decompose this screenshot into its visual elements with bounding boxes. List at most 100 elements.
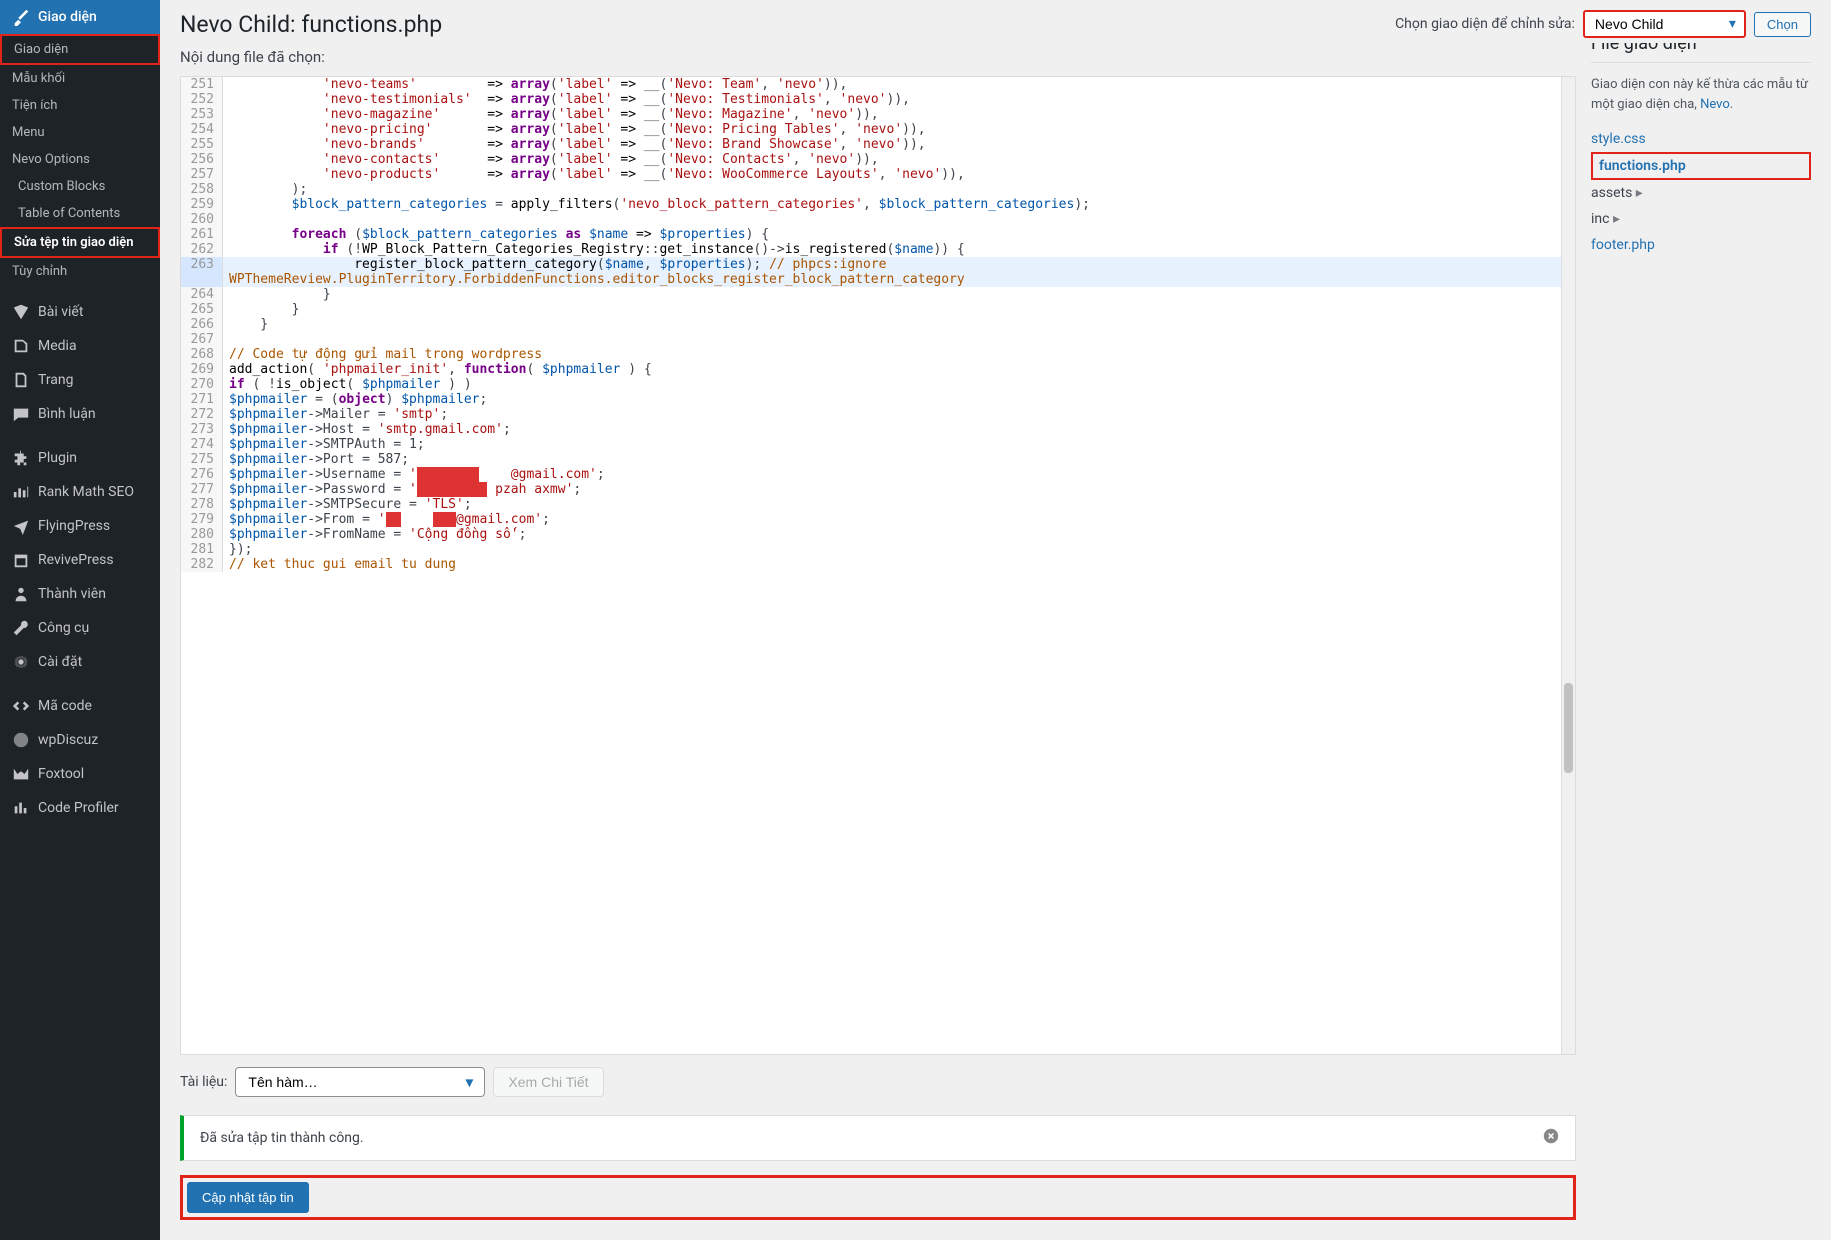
- main-content: Nevo Child: functions.php Chọn giao diện…: [160, 0, 1831, 1240]
- code-line[interactable]: WPThemeReview.PluginTerritory.ForbiddenF…: [181, 272, 1575, 287]
- menu-foxtool[interactable]: Foxtool: [0, 757, 160, 791]
- file-style-css[interactable]: style.css: [1591, 126, 1811, 152]
- media-icon: [12, 337, 30, 355]
- dismiss-notice-button[interactable]: [1543, 1128, 1559, 1148]
- discuz-icon: [12, 731, 30, 749]
- scroll-thumb[interactable]: [1564, 683, 1573, 773]
- code-line[interactable]: 258 );: [181, 182, 1575, 197]
- code-editor[interactable]: 251 'nevo-teams' => array('label' => __(…: [180, 76, 1576, 1055]
- code-line[interactable]: 282// ket thuc gui email tu dung: [181, 557, 1575, 572]
- success-notice: Đã sửa tập tin thành công.: [180, 1115, 1576, 1161]
- fox-icon: [12, 765, 30, 783]
- folder-assets[interactable]: assets: [1591, 180, 1811, 206]
- code-line[interactable]: 269add_action( 'phpmailer_init', functio…: [181, 362, 1575, 377]
- code-line[interactable]: 260: [181, 212, 1575, 227]
- page-title: Nevo Child: functions.php: [180, 11, 442, 38]
- file-footer-php[interactable]: footer.php: [1591, 232, 1811, 258]
- gear-icon: [12, 653, 30, 671]
- comment-icon: [12, 405, 30, 423]
- menu-label: Giao diện: [38, 9, 97, 25]
- bars-icon: [12, 799, 30, 817]
- submenu-widgets[interactable]: Tiện ích: [0, 92, 160, 119]
- code-line[interactable]: 265 }: [181, 302, 1575, 317]
- submenu-menus[interactable]: Menu: [0, 119, 160, 146]
- menu-appearance[interactable]: Giao diện: [0, 0, 160, 34]
- submenu-customize[interactable]: Tùy chỉnh: [0, 258, 160, 285]
- close-icon: [1543, 1128, 1559, 1144]
- menu-settings[interactable]: Cài đặt: [0, 645, 160, 679]
- code-line[interactable]: 275$phpmailer->Port = 587;: [181, 452, 1575, 467]
- menu-rankmath[interactable]: Rank Math SEO: [0, 475, 160, 509]
- function-select[interactable]: Tên hàm…: [235, 1067, 485, 1097]
- code-line[interactable]: 252 'nevo-testimonials' => array('label'…: [181, 92, 1575, 107]
- code-line[interactable]: 268// Code tự động gửi mail trong wordpr…: [181, 347, 1575, 362]
- menu-wpdiscuz[interactable]: wpDiscuz: [0, 723, 160, 757]
- menu-plugins[interactable]: Plugin: [0, 441, 160, 475]
- update-button-highlight: Cập nhật tập tin: [180, 1175, 1576, 1220]
- menu-tools[interactable]: Công cụ: [0, 611, 160, 645]
- wrench-icon: [12, 619, 30, 637]
- menu-code[interactable]: Mã code: [0, 689, 160, 723]
- view-detail-button[interactable]: Xem Chi Tiết: [493, 1067, 603, 1097]
- code-line[interactable]: 278$phpmailer->SMTPSecure = 'TLS';: [181, 497, 1575, 512]
- update-file-button[interactable]: Cập nhật tập tin: [187, 1182, 309, 1213]
- code-line[interactable]: 272$phpmailer->Mailer = 'smtp';: [181, 407, 1575, 422]
- parent-theme-link[interactable]: Nevo: [1700, 97, 1730, 112]
- menu-pages[interactable]: Trang: [0, 363, 160, 397]
- flying-icon: [12, 517, 30, 535]
- code-line[interactable]: 264 }: [181, 287, 1575, 302]
- menu-codeprofiler[interactable]: Code Profiler: [0, 791, 160, 825]
- choose-theme-button[interactable]: Chọn: [1754, 12, 1811, 37]
- code-line[interactable]: 277$phpmailer->Password = 'xxxx xxxx pza…: [181, 482, 1575, 497]
- code-line[interactable]: 270if ( !is_object( $phpmailer ) ): [181, 377, 1575, 392]
- code-line[interactable]: 263 register_block_pattern_category($nam…: [181, 257, 1575, 272]
- documentation-row: Tài liệu: Tên hàm… Xem Chi Tiết: [180, 1067, 1576, 1097]
- code-line[interactable]: 259 $block_pattern_categories = apply_fi…: [181, 197, 1575, 212]
- code-line[interactable]: 262 if (!WP_Block_Pattern_Categories_Reg…: [181, 242, 1575, 257]
- menu-comments[interactable]: Bình luận: [0, 397, 160, 431]
- code-line[interactable]: 273$phpmailer->Host = 'smtp.gmail.com';: [181, 422, 1575, 437]
- code-line[interactable]: 280$phpmailer->FromName = 'Cộng đồng số'…: [181, 527, 1575, 542]
- content-subheader: Nội dung file đã chọn:: [180, 48, 1576, 66]
- code-line[interactable]: 257 'nevo-products' => array('label' => …: [181, 167, 1575, 182]
- code-line[interactable]: 261 foreach ($block_pattern_categories a…: [181, 227, 1575, 242]
- theme-select[interactable]: Nevo Child: [1583, 10, 1746, 38]
- code-line[interactable]: 266 }: [181, 317, 1575, 332]
- file-functions-php[interactable]: functions.php: [1591, 152, 1811, 180]
- theme-selector: Chọn giao diện để chỉnh sửa: Nevo Child …: [1395, 10, 1811, 38]
- code-icon: [12, 697, 30, 715]
- code-line[interactable]: 253 'nevo-magazine' => array('label' => …: [181, 107, 1575, 122]
- page-header: Nevo Child: functions.php Chọn giao diện…: [180, 10, 1811, 38]
- submenu-toc[interactable]: Table of Contents: [0, 200, 160, 227]
- code-line[interactable]: 267: [181, 332, 1575, 347]
- code-line[interactable]: 254 'nevo-pricing' => array('label' => _…: [181, 122, 1575, 137]
- submenu-patterns[interactable]: Mẫu khối: [0, 65, 160, 92]
- code-line[interactable]: 255 'nevo-brands' => array('label' => __…: [181, 137, 1575, 152]
- code-line[interactable]: 274$phpmailer->SMTPAuth = 1;: [181, 437, 1575, 452]
- menu-users[interactable]: Thành viên: [0, 577, 160, 611]
- menu-revivepress[interactable]: RevivePress: [0, 543, 160, 577]
- doc-label: Tài liệu:: [180, 1074, 227, 1090]
- theme-selector-label: Chọn giao diện để chỉnh sửa:: [1395, 16, 1575, 32]
- notice-text: Đã sửa tập tin thành công.: [200, 1130, 364, 1146]
- scrollbar[interactable]: [1561, 77, 1575, 1054]
- code-line[interactable]: 276$phpmailer->Username = 'xxxxxxxx @gma…: [181, 467, 1575, 482]
- code-line[interactable]: 256 'nevo-contacts' => array('label' => …: [181, 152, 1575, 167]
- submenu-theme-editor[interactable]: Sửa tệp tin giao diện: [0, 227, 160, 258]
- menu-posts[interactable]: Bài viết: [0, 295, 160, 329]
- code-line[interactable]: 281});: [181, 542, 1575, 557]
- submenu-themes[interactable]: Giao diện: [0, 34, 160, 65]
- menu-media[interactable]: Media: [0, 329, 160, 363]
- code-line[interactable]: 279$phpmailer->From = 'xx xxx@gmail.com'…: [181, 512, 1575, 527]
- brush-icon: [12, 8, 30, 26]
- files-title: File giao diện: [1591, 43, 1811, 63]
- submenu-nevo-options[interactable]: Nevo Options: [0, 146, 160, 173]
- submenu-custom-blocks[interactable]: Custom Blocks: [0, 173, 160, 200]
- menu-flyingpress[interactable]: FlyingPress: [0, 509, 160, 543]
- folder-inc[interactable]: inc: [1591, 206, 1811, 232]
- files-description: Giao diện con này kế thừa các mẫu từ một…: [1591, 63, 1811, 126]
- user-icon: [12, 585, 30, 603]
- code-line[interactable]: 251 'nevo-teams' => array('label' => __(…: [181, 77, 1575, 92]
- code-line[interactable]: 271$phpmailer = (object) $phpmailer;: [181, 392, 1575, 407]
- admin-sidebar: Giao diện Giao diện Mẫu khối Tiện ích Me…: [0, 0, 160, 1240]
